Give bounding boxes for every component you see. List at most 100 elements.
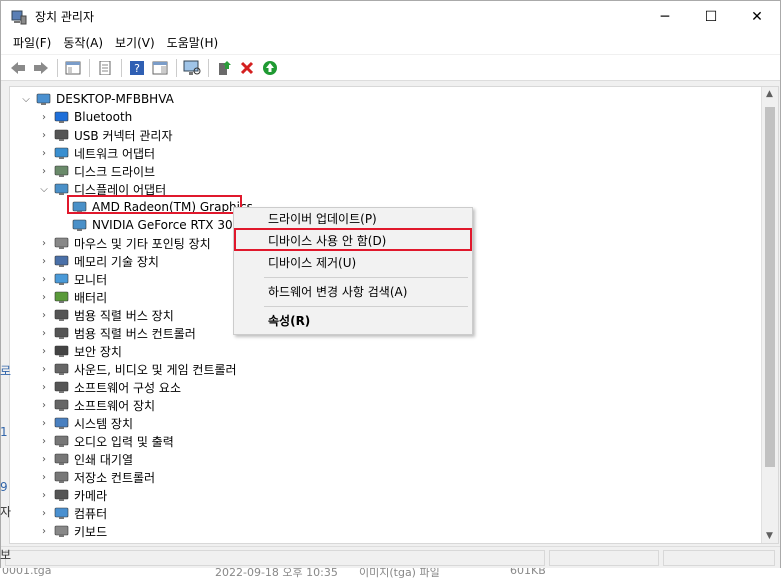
context-update-driver[interactable]: 드라이버 업데이트(P) <box>234 208 472 230</box>
menu-action[interactable]: 동작(A) <box>57 33 109 53</box>
back-arrow-icon[interactable] <box>7 57 29 79</box>
tree-category-audio-io[interactable]: › 오디오 입력 및 출력 <box>38 432 174 450</box>
tree-category-network-adapter[interactable]: › 네트워크 어댑터 <box>38 144 155 162</box>
expand-chevron-icon[interactable]: › <box>38 540 50 543</box>
tree-node-label: 모니터 <box>74 272 108 287</box>
background-window-fragment: 보 <box>0 548 12 562</box>
background-file-date: 2022-09-18 오후 10:35 <box>215 568 338 578</box>
context-properties[interactable]: 속성(R) <box>234 310 472 332</box>
tree-category-print-queue[interactable]: › 인쇄 대기열 <box>38 450 133 468</box>
tree-category-memory[interactable]: › 메모리 기술 장치 <box>38 252 159 270</box>
expand-chevron-icon[interactable]: › <box>38 162 50 180</box>
vertical-scrollbar[interactable]: ▲ ▼ <box>761 87 778 543</box>
forward-arrow-icon[interactable] <box>30 57 52 79</box>
context-scan-hardware[interactable]: 하드웨어 변경 사항 검색(A) <box>234 281 472 303</box>
tree-category-monitor[interactable]: › 모니터 <box>38 270 107 288</box>
tree-category-software-component[interactable]: › 소프트웨어 구성 요소 <box>38 378 181 396</box>
tree-device-display-adapter[interactable]: NVIDIA GeForce RTX 3050 <box>56 216 248 234</box>
usb-device-icon <box>54 308 70 322</box>
tree-category-camera[interactable]: › 카메라 <box>38 486 107 504</box>
background-window-fragment: 자 <box>0 505 12 519</box>
scrollbar-thumb[interactable] <box>765 107 775 467</box>
action-pane-icon[interactable] <box>149 57 171 79</box>
expand-chevron-icon[interactable]: › <box>38 324 50 342</box>
tree-category-keyboard[interactable]: › 키보드 <box>38 522 107 540</box>
background-window-fragment: 9 <box>0 480 8 494</box>
collapse-chevron-icon[interactable]: ⌵ <box>20 90 32 108</box>
help-icon[interactable]: ? <box>126 57 148 79</box>
context-menu: 드라이버 업데이트(P) 디바이스 사용 안 함(D) 디바이스 제거(U) 하… <box>233 207 473 335</box>
expand-chevron-icon[interactable]: › <box>38 288 50 306</box>
tree-node-label: NVIDIA GeForce RTX 3050 <box>92 218 248 232</box>
scroll-up-arrow-icon[interactable]: ▲ <box>766 89 773 99</box>
expand-chevron-icon[interactable]: › <box>38 378 50 396</box>
uninstall-x-icon[interactable] <box>236 57 258 79</box>
expand-chevron-icon[interactable]: › <box>38 252 50 270</box>
tree-category-usb-device[interactable]: › 범용 직렬 버스 장치 <box>38 306 174 324</box>
tree-category-software-device[interactable]: › 소프트웨어 장치 <box>38 396 155 414</box>
show-hide-console-tree-icon[interactable] <box>62 57 84 79</box>
update-driver-icon[interactable] <box>213 57 235 79</box>
tree-category-storage-controller[interactable]: › 저장소 컨트롤러 <box>38 468 155 486</box>
toolbar: ? <box>1 55 780 81</box>
computer-icon <box>36 92 52 106</box>
expand-chevron-icon[interactable]: › <box>38 486 50 504</box>
scan-hardware-monitor-icon[interactable] <box>181 57 203 79</box>
bluetooth-icon <box>54 110 70 124</box>
tree-node-label: 펌웨어 <box>74 541 107 544</box>
tree-node-label: 메모리 기술 장치 <box>74 254 159 269</box>
expand-chevron-icon[interactable]: › <box>38 432 50 450</box>
expand-chevron-icon[interactable]: › <box>38 342 50 360</box>
expand-chevron-icon[interactable]: › <box>38 522 50 540</box>
battery-icon <box>54 290 70 304</box>
tree-node-label: 인쇄 대기열 <box>74 452 134 467</box>
scroll-down-arrow-icon[interactable]: ▼ <box>766 531 773 541</box>
tree-category-security-device[interactable]: › 보안 장치 <box>38 342 122 360</box>
tree-node-label: 마우스 및 기타 포인팅 장치 <box>74 236 211 251</box>
expand-chevron-icon[interactable]: › <box>38 144 50 162</box>
menu-file[interactable]: 파일(F) <box>7 33 57 53</box>
tree-category-usb[interactable]: › USB 커넥터 관리자 <box>38 126 173 144</box>
expand-chevron-icon[interactable]: › <box>38 108 50 126</box>
expand-chevron-icon[interactable]: › <box>38 126 50 144</box>
toolbar-separator <box>121 58 122 77</box>
maximize-button[interactable]: ☐ <box>688 1 734 32</box>
expand-chevron-icon[interactable]: › <box>38 396 50 414</box>
close-button[interactable]: ✕ <box>734 1 780 32</box>
menu-view[interactable]: 보기(V) <box>109 33 161 53</box>
title-bar[interactable]: 장치 관리자 ─ ☐ ✕ <box>1 1 780 32</box>
expand-chevron-icon[interactable]: › <box>38 234 50 252</box>
expand-chevron-icon[interactable]: › <box>38 450 50 468</box>
expand-chevron-icon[interactable]: › <box>38 306 50 324</box>
tree-category-sound[interactable]: › 사운드, 비디오 및 게임 컨트롤러 <box>38 360 237 378</box>
monitor-icon <box>54 272 70 286</box>
tree-category-usb-controller[interactable]: › 범용 직렬 버스 컨트롤러 <box>38 324 196 342</box>
window-title: 장치 관리자 <box>35 10 95 24</box>
tree-category-disk-drive[interactable]: › 디스크 드라이브 <box>38 162 155 180</box>
minimize-button[interactable]: ─ <box>642 1 688 32</box>
tree-node-label: 디스크 드라이브 <box>74 164 156 179</box>
tree-category-computer[interactable]: › 컴퓨터 <box>38 504 107 522</box>
tree-node-label: 사운드, 비디오 및 게임 컨트롤러 <box>74 362 237 377</box>
expand-chevron-icon[interactable]: › <box>38 504 50 522</box>
expand-chevron-icon[interactable]: › <box>38 360 50 378</box>
context-uninstall-device[interactable]: 디바이스 제거(U) <box>234 252 472 274</box>
tree-category-firmware[interactable]: › 펌웨어 <box>38 540 107 544</box>
tree-category-mouse[interactable]: › 마우스 및 기타 포인팅 장치 <box>38 234 211 252</box>
menu-help[interactable]: 도움말(H) <box>161 33 225 53</box>
properties-sheet-icon[interactable] <box>94 57 116 79</box>
expand-chevron-icon[interactable]: › <box>38 270 50 288</box>
network-adapter-icon <box>54 146 70 160</box>
tree-node-label: USB 커넥터 관리자 <box>74 128 173 143</box>
tree-category-battery[interactable]: › 배터리 <box>38 288 107 306</box>
tree-category-system-device[interactable]: › 시스템 장치 <box>38 414 133 432</box>
context-separator <box>264 306 468 307</box>
tree-category-bluetooth[interactable]: › Bluetooth <box>38 108 132 126</box>
enable-device-icon[interactable] <box>259 57 281 79</box>
toolbar-separator <box>89 58 90 77</box>
collapse-chevron-icon[interactable]: ⌵ <box>38 180 50 198</box>
expand-chevron-icon[interactable]: › <box>38 414 50 432</box>
tree-root-node[interactable]: ⌵ DESKTOP-MFBBHVA <box>20 90 174 108</box>
expand-chevron-icon[interactable]: › <box>38 468 50 486</box>
background-window-fragment: 로 <box>0 364 12 378</box>
